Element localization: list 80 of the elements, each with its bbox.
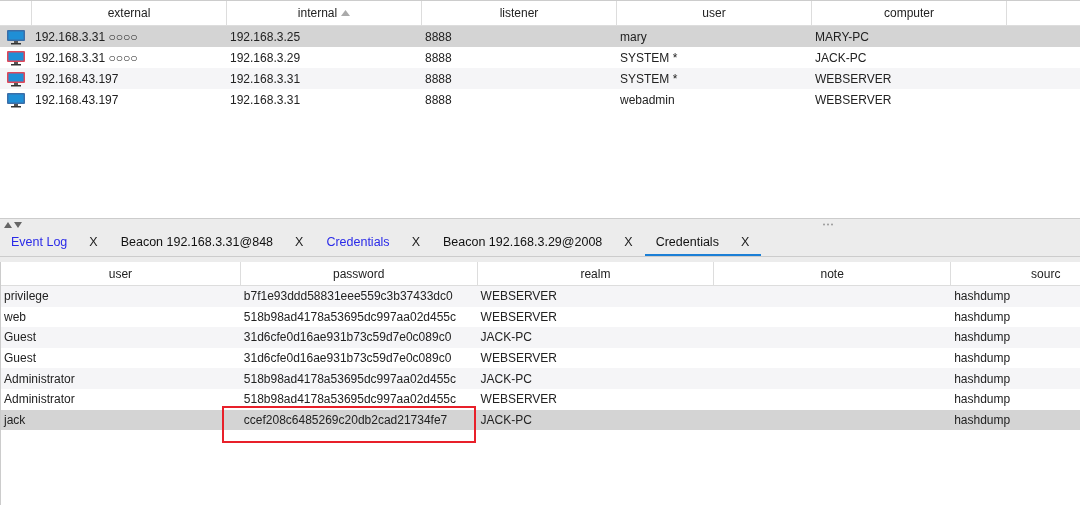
table-cell: 8888 <box>425 50 452 65</box>
table-cell-text: WEBSERVER <box>480 288 558 306</box>
table-cell-text: hashdump <box>954 329 1011 347</box>
column-header[interactable]: note <box>714 262 952 285</box>
credential-row[interactable]: jack ccef208c6485269c20db2cad21734fe7 JACK-PC hashdump <box>1 409 1080 431</box>
table-cell: 192.168.43.197 <box>35 71 119 86</box>
session-row[interactable]: 192.168.43.197 192.168.3.31 8888 SYSTEM * WEBSERVER <box>0 68 1080 89</box>
table-cell-text: 31d6cfe0d16ae931b73c59d7e0c089c0 <box>243 329 452 347</box>
table-cell: 192.168.3.31 ○○○○ <box>35 29 138 44</box>
table-cell-text: JACK-PC <box>480 370 532 388</box>
table-cell-text: WEBSERVER <box>480 308 558 326</box>
table-cell: MARY-PC <box>815 29 870 44</box>
table-cell-text: Administrator <box>4 391 75 409</box>
monitor-icon <box>6 91 26 108</box>
table-cell: mary <box>620 29 647 44</box>
close-tab-button[interactable]: X <box>89 232 98 252</box>
credential-row[interactable]: Guest 31d6cfe0d16ae931b73c59d7e0c089c0 JACK-PC hashdump <box>1 327 1080 348</box>
column-header[interactable]: realm <box>477 262 715 285</box>
close-tab-button[interactable]: X <box>295 232 304 252</box>
tab[interactable]: Beacon 192.168.3.29@2008 X <box>431 230 645 256</box>
table-cell-text: ccef208c6485269c20db2cad21734fe7 <box>243 411 448 429</box>
credential-row[interactable]: privilege b7f1e93ddd58831eee559c3b37433dc0 WEBSERVER hashdump <box>1 286 1080 307</box>
table-cell-text: Guest <box>4 329 36 347</box>
column-header[interactable]: internal <box>227 1 422 25</box>
splitter-handle-icon[interactable] <box>822 223 834 226</box>
table-cell-text: hashdump <box>954 308 1011 326</box>
table-cell-text: WEBSERVER <box>480 391 558 409</box>
column-header[interactable]: password <box>240 262 478 285</box>
table-cell: 192.168.3.31 <box>230 71 301 86</box>
table-cell: SYSTEM * <box>620 71 678 86</box>
table-cell: JACK-PC <box>815 50 867 65</box>
monitor-icon <box>6 49 26 66</box>
collapse-up-icon[interactable] <box>4 221 12 228</box>
column-header[interactable]: user <box>1 262 241 285</box>
table-cell-text: JACK-PC <box>480 329 532 347</box>
column-header[interactable]: user <box>617 1 812 25</box>
close-tab-button[interactable]: X <box>740 232 750 252</box>
table-cell: 192.168.43.197 <box>35 92 119 107</box>
table-cell: 192.168.3.25 <box>230 29 301 44</box>
table-cell-text: 518b98ad4178a53695dc997aa02d455c <box>243 308 456 326</box>
tab[interactable]: Credentials X <box>315 230 432 256</box>
tab[interactable]: Beacon 192.168.3.31@848 X <box>109 230 316 256</box>
table-cell-text: JACK-PC <box>480 411 532 429</box>
table-cell: 8888 <box>425 71 452 86</box>
table-cell-text: hashdump <box>954 411 1011 429</box>
column-header[interactable]: listener <box>422 1 617 25</box>
table-cell-text: WEBSERVER <box>480 350 558 368</box>
monitor-icon <box>6 28 26 45</box>
table-cell: 192.168.3.29 <box>230 50 301 65</box>
table-cell-text: b7f1e93ddd58831eee559c3b37433dc0 <box>243 288 453 306</box>
table-cell-text: web <box>4 308 26 326</box>
tab[interactable]: Event Log X <box>0 230 110 256</box>
table-cell-text: Administrator <box>4 370 75 388</box>
table-cell-text: hashdump <box>954 350 1011 368</box>
column-header[interactable]: sourc <box>951 262 1080 285</box>
column-header[interactable]: computer <box>812 1 1007 25</box>
table-cell-text: jack <box>4 411 26 429</box>
session-row[interactable]: 192.168.3.31 ○○○○ 192.168.3.25 8888 mary MARY-PC <box>0 26 1080 47</box>
table-cell-text: privilege <box>4 288 49 306</box>
table-cell: SYSTEM * <box>620 50 678 65</box>
table-cell: 192.168.3.31 ○○○○ <box>35 50 138 65</box>
table-cell-text: Guest <box>4 350 36 368</box>
table-cell: WEBSERVER <box>815 92 892 107</box>
monitor-icon <box>6 70 26 87</box>
close-tab-button[interactable]: X <box>624 232 633 252</box>
table-cell-text: hashdump <box>954 391 1011 409</box>
table-cell: webadmin <box>620 92 675 107</box>
table-cell-text: hashdump <box>954 370 1011 388</box>
table-cell-text: hashdump <box>954 288 1011 306</box>
table-cell-text: 31d6cfe0d16ae931b73c59d7e0c089c0 <box>243 350 452 368</box>
close-tab-button[interactable]: X <box>411 232 420 252</box>
table-cell: 8888 <box>425 29 452 44</box>
column-header[interactable]: external <box>32 1 227 25</box>
table-cell-text: 518b98ad4178a53695dc997aa02d455c <box>243 370 456 388</box>
collapse-down-icon[interactable] <box>14 221 22 228</box>
table-cell: WEBSERVER <box>815 71 892 86</box>
credential-row[interactable]: Administrator 518b98ad4178a53695dc997aa02d455c JACK-PC hashdump <box>1 368 1080 389</box>
table-cell: 8888 <box>425 92 452 107</box>
table-cell: 192.168.3.31 <box>230 92 301 107</box>
table-cell-text: 518b98ad4178a53695dc997aa02d455c <box>243 391 456 409</box>
